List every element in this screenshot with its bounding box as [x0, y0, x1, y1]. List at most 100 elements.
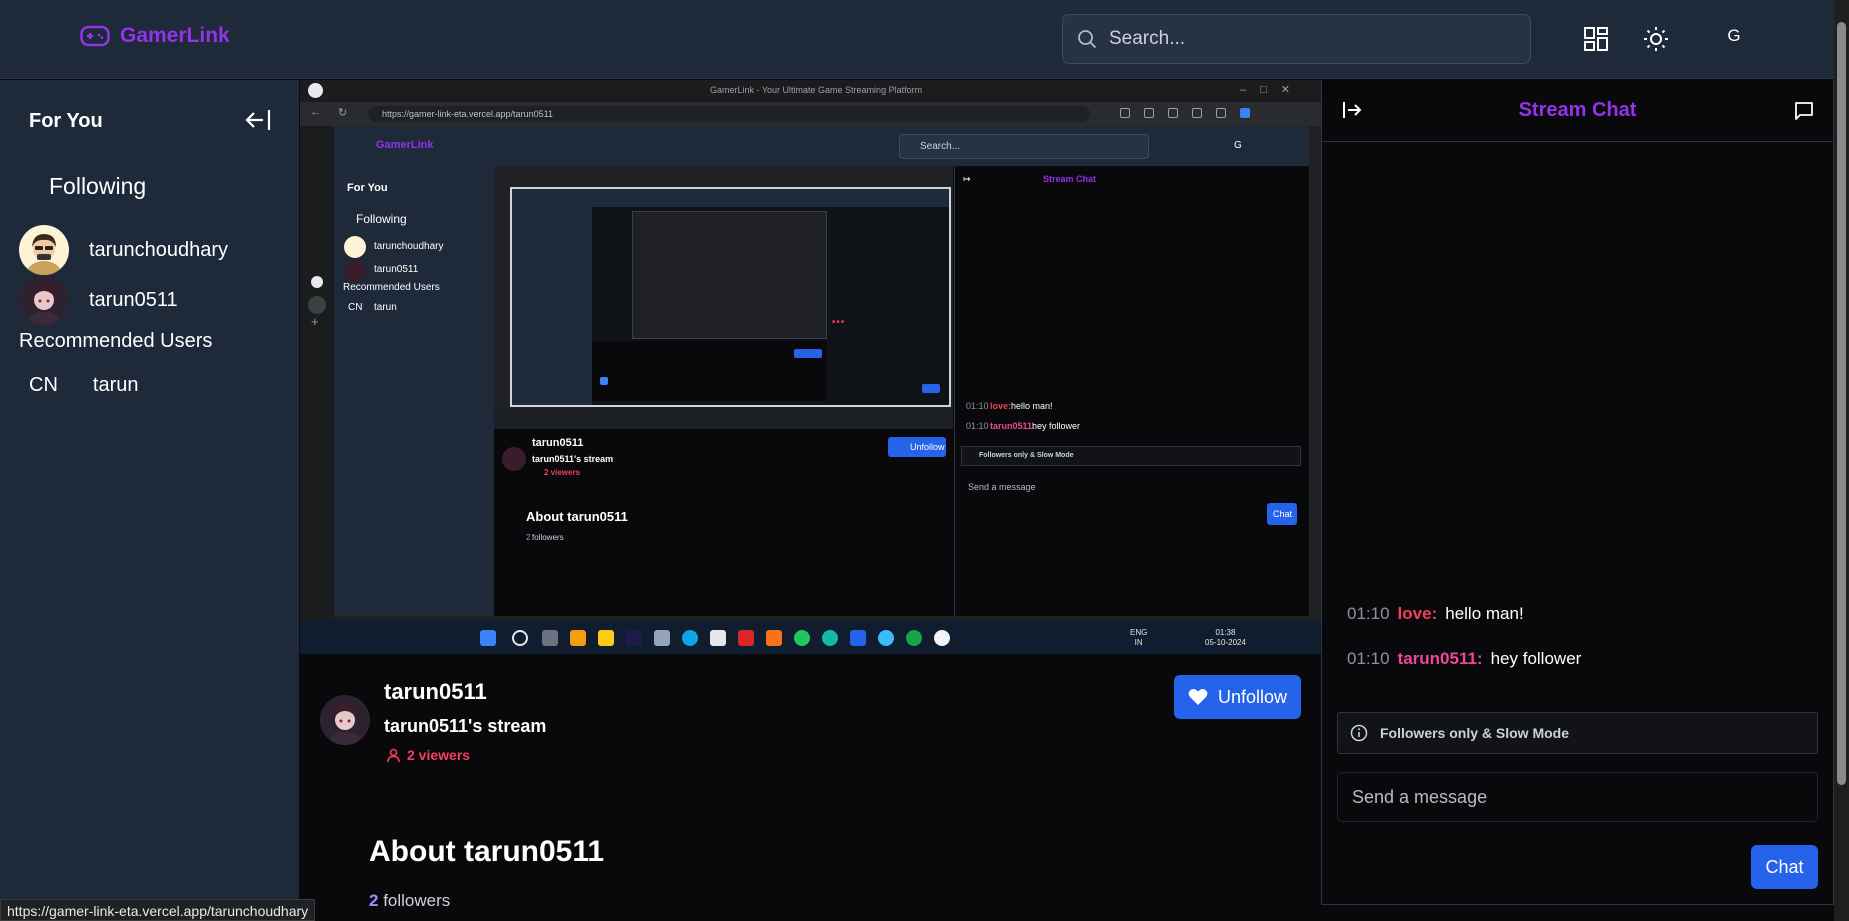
inner-mode: Followers only & Slow Mode — [979, 452, 1074, 459]
avatar — [19, 275, 69, 325]
streamer-avatar[interactable] — [320, 695, 370, 745]
message-text: hey follower — [1490, 649, 1582, 668]
inner-chat-button: Chat — [1267, 503, 1297, 525]
send-chat-button[interactable]: Chat — [1751, 845, 1818, 889]
sidebar-user-tarun0511[interactable]: tarun0511 — [19, 275, 178, 325]
inner-about-heading: About tarun0511 — [526, 509, 628, 524]
inner-nested-stream: ■ ■ ■ — [494, 166, 953, 409]
shared-page-content: GamerLink Search... G For You Following … — [334, 126, 1309, 616]
inner-avatar: G — [1234, 140, 1242, 151]
stream-info-panel: tarun0511 tarun0511's stream 2 viewers U… — [300, 655, 1321, 921]
inner-stream-title: tarun0511's stream — [532, 454, 614, 464]
link-status-url: https://gamer-link-eta.vercel.app/tarunc… — [0, 899, 316, 921]
message-username[interactable]: tarun0511: — [1398, 649, 1483, 669]
task-view-icon — [542, 630, 558, 646]
inner-streamer-name: tarun0511 — [532, 437, 584, 449]
sidebar-user-name: tarunchoudhary — [89, 238, 228, 261]
shared-browser-tab-title: GamerLink - Your Ultimate Game Streaming… — [710, 85, 923, 95]
browser-toolbar-icons — [1120, 108, 1300, 120]
inner-followers-label: followers — [532, 533, 564, 542]
inner-avatar-2 — [344, 260, 366, 282]
inner-avatar-initials: CN — [348, 302, 363, 313]
unfollow-label: Unfollow — [1217, 686, 1288, 707]
search-bar — [1062, 14, 1531, 64]
user-avatar-button[interactable]: G — [1722, 26, 1746, 46]
back-arrow-icon: ← — [310, 106, 321, 118]
inner-recommended-name: tarun — [374, 302, 397, 313]
followers-label: followers — [383, 891, 451, 910]
info-icon — [1350, 724, 1368, 742]
inner-avatar-1 — [344, 236, 366, 258]
windows-start-icon — [480, 630, 496, 646]
scrollbar-thumb[interactable] — [1837, 22, 1846, 785]
inner-streamer-avatar — [502, 447, 526, 471]
top-navbar: GamerLink G — [0, 0, 1834, 79]
inner-viewers: 2 viewers — [544, 468, 581, 477]
user-icon — [387, 748, 400, 762]
sidebar-user-tarunchoudhary[interactable]: tarunchoudhary — [19, 225, 228, 275]
chat-message: 01:10 love: hello man! — [1347, 604, 1524, 624]
inner-chat-input: Send a message — [968, 482, 1036, 492]
logo-text: GamerLink — [120, 24, 230, 47]
inner-user-name: tarun0511 — [374, 264, 419, 275]
recommended-user-name: tarun — [92, 374, 139, 396]
vscode-icon — [850, 630, 866, 646]
file-explorer-icon — [570, 630, 586, 646]
unfollow-button[interactable]: Unfollow — [1174, 675, 1301, 719]
chat-title: Stream Chat — [1518, 99, 1637, 121]
logo-link[interactable]: GamerLink — [80, 24, 230, 48]
stream-chat-panel: Stream Chat 01:10 love: hello man! 01:10… — [1321, 80, 1834, 905]
message-time: 01:10 — [1347, 649, 1390, 668]
dashboard-grid-icon[interactable] — [1583, 26, 1609, 52]
viewer-count: 2 viewers — [386, 747, 470, 763]
inner-msg-user: tarun0511: — [990, 421, 1036, 431]
shared-browser-url: https://gamer-link-eta.vercel.app/tarun0… — [368, 106, 1090, 122]
chat-mode-info: Followers only & Slow Mode — [1337, 712, 1818, 754]
message-square-icon[interactable] — [1794, 101, 1814, 121]
inner-msg-user: love: — [990, 401, 1012, 411]
reload-icon: ↻ — [338, 107, 348, 119]
sidebar-recommended-user-tarun[interactable]: CN tarun — [29, 374, 138, 397]
mcafee-icon — [738, 630, 754, 646]
inner-navbar: GamerLink Search... G — [334, 126, 1309, 166]
shared-browser-addressbar: ← ↻ https://gamer-link-eta.vercel.app/ta… — [300, 102, 1321, 126]
brave-icon — [766, 630, 782, 646]
window-controls-icon: –□✕ — [1240, 84, 1304, 96]
gamepad-icon — [80, 25, 110, 47]
search-icon — [1078, 30, 1097, 49]
sidebar: For You Following tarunchoudhary tarun05… — [0, 80, 299, 921]
inner-msg-text: hello man! — [1011, 401, 1053, 411]
page-scrollbar[interactable] — [1834, 0, 1849, 921]
sidebar-user-name: tarun0511 — [89, 288, 178, 311]
inner-logo-text: GamerLink — [376, 139, 434, 151]
stream-video-player[interactable]: GamerLink - Your Ultimate Game Streaming… — [300, 80, 1321, 654]
shared-browser-tabbar: GamerLink - Your Ultimate Game Streaming… — [300, 80, 1321, 102]
sticky-notes-icon — [598, 630, 614, 646]
chat-message: 01:10 tarun0511: hey follower — [1347, 649, 1581, 669]
heart-icon — [1188, 689, 1208, 705]
jetbrains-icon — [626, 630, 642, 646]
inner-msg-time: 01:10 — [966, 401, 989, 411]
collapse-sidebar-icon[interactable] — [244, 108, 272, 132]
chat-mode-label: Followers only & Slow Mode — [1380, 725, 1570, 741]
edge-dev-icon — [822, 630, 838, 646]
stream-title: tarun0511's stream — [384, 716, 547, 736]
followers-number: 2 — [369, 891, 379, 910]
inner-msg-text: hey follower — [1032, 421, 1081, 431]
calendar-icon — [710, 630, 726, 646]
spotify-icon — [794, 630, 810, 646]
edge-icon — [682, 630, 698, 646]
taskbar-clock: 01:38 05-10-2024 — [1205, 628, 1246, 647]
inner-msg-time: 01:10 — [966, 421, 989, 431]
search-input[interactable] — [1109, 28, 1509, 50]
inner-following-heading: Following — [356, 212, 407, 226]
message-time: 01:10 — [1347, 604, 1390, 623]
chat-message-input[interactable] — [1337, 772, 1818, 822]
shared-windows-taskbar: ENG IN 01:38 05-10-2024 — [300, 620, 1321, 654]
recommended-heading: Recommended Users — [19, 330, 213, 352]
following-heading: Following — [49, 173, 147, 199]
message-username[interactable]: love: — [1398, 604, 1438, 624]
inner-unfollow-button: Unfollow — [888, 437, 946, 457]
message-text: hello man! — [1445, 604, 1524, 623]
sun-theme-toggle-icon[interactable] — [1643, 26, 1669, 52]
